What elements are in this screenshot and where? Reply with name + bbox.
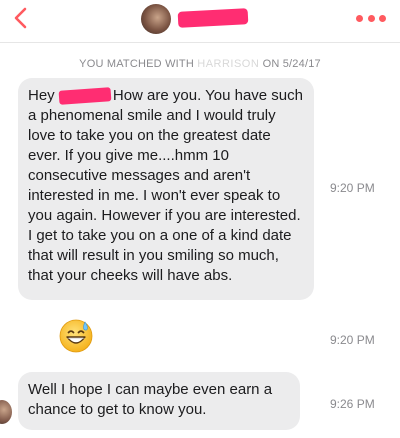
message-greeting: Hey	[28, 87, 55, 104]
message-text: Well I hope I can maybe even earn a chan…	[28, 381, 273, 418]
message-timestamp: 9:20 PM	[330, 333, 375, 347]
more-options-button[interactable]	[356, 8, 386, 28]
more-dots-icon	[356, 14, 363, 22]
message-timestamp: 9:20 PM	[330, 181, 375, 195]
chat-header	[0, 0, 400, 43]
name-redaction	[58, 87, 112, 105]
message-bubble[interactable]: Hey How are you. You have such a phenome…	[18, 78, 314, 300]
match-name-redaction[interactable]	[177, 8, 249, 28]
grinning-face-with-sweat-emoji[interactable]	[58, 318, 94, 354]
message-timestamp: 9:26 PM	[330, 397, 375, 411]
match-banner: YOU MATCHED WITH HARRISON ON 5/24/17	[0, 58, 400, 70]
back-button[interactable]	[6, 4, 34, 32]
match-banner-prefix: YOU MATCHED WITH	[79, 58, 194, 70]
match-banner-date: ON 5/24/17	[262, 58, 321, 70]
sender-avatar[interactable]	[0, 400, 12, 424]
match-avatar[interactable]	[141, 4, 171, 34]
message-text: How are you. You have such a phenomenal …	[28, 87, 303, 284]
match-banner-redacted-name: HARRISON	[197, 58, 260, 70]
message-bubble[interactable]: Well I hope I can maybe even earn a chan…	[18, 372, 300, 430]
chevron-left-icon	[14, 7, 27, 29]
